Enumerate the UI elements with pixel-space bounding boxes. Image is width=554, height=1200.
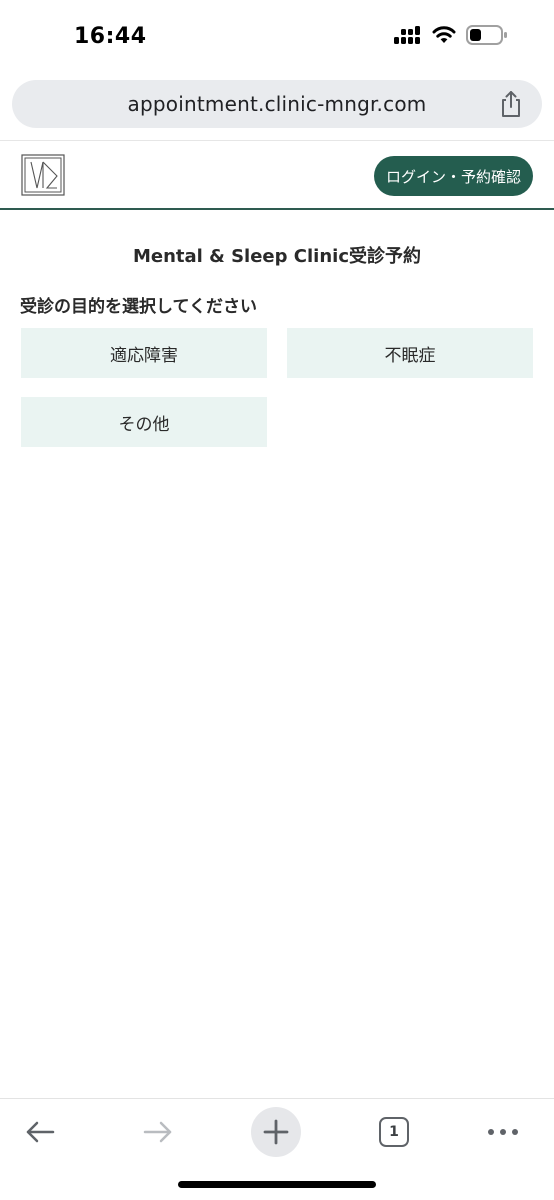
more-button[interactable] [478,1107,528,1157]
home-indicator[interactable] [178,1181,376,1188]
back-button[interactable] [15,1107,65,1157]
option-adjustment-disorder[interactable]: 適応障害 [21,328,267,378]
clinic-logo-icon[interactable] [21,154,65,196]
url-bar[interactable]: appointment.clinic-mngr.com [12,80,542,128]
arrow-left-icon [26,1121,55,1143]
status-icons [394,25,508,45]
option-label: 適応障害 [110,345,178,366]
status-bar: 16:44 [0,0,554,72]
option-insomnia[interactable]: 不眠症 [287,328,533,378]
arrow-right-icon [143,1121,172,1143]
url-text[interactable]: appointment.clinic-mngr.com [128,92,427,116]
status-time: 16:44 [74,24,147,49]
share-icon[interactable] [498,90,524,118]
section-label: 受診の目的を選択してください [20,297,257,317]
tab-count: 1 [379,1117,409,1147]
option-label: その他 [118,414,170,435]
option-label: 不眠症 [384,345,436,366]
site-header: ログイン・予約確認 [0,141,554,210]
tab-switcher-button[interactable]: 1 [369,1107,419,1157]
new-tab-button[interactable] [251,1107,301,1157]
more-dots-icon [488,1129,518,1135]
forward-button[interactable] [133,1107,183,1157]
signal-icon [394,26,420,44]
wifi-icon [432,26,456,43]
plus-icon [263,1119,289,1145]
login-button[interactable]: ログイン・予約確認 [373,156,533,196]
battery-icon [466,25,507,45]
option-other[interactable]: その他 [21,397,267,447]
page-title: Mental & Sleep Clinic受診予約 [133,246,421,267]
